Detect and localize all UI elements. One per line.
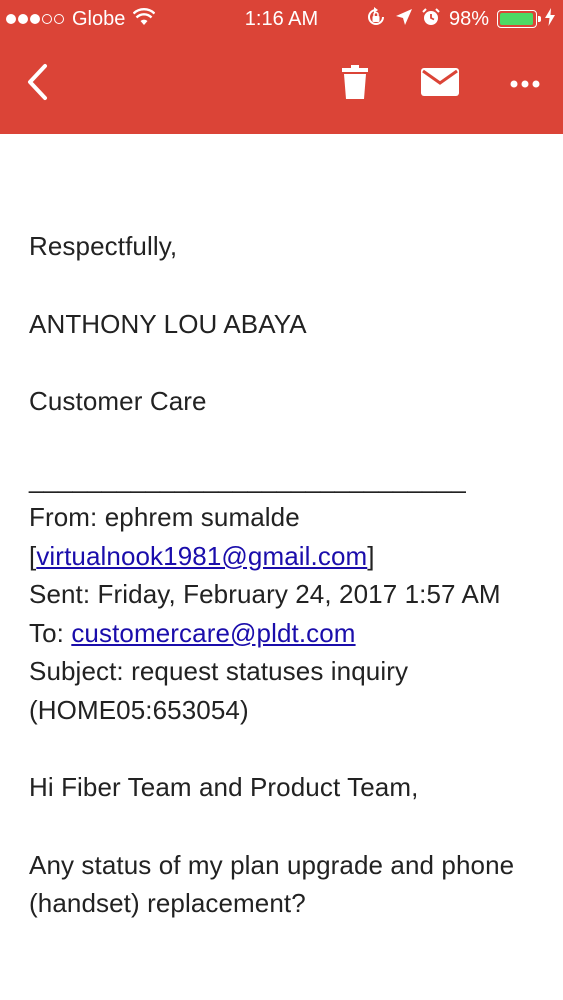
back-button[interactable] [14,60,62,108]
body-text: Any status of my plan upgrade and phone … [29,849,515,919]
status-right: 98% [365,6,555,32]
from-line: From: ephrem sumalde [virtualnook1981@gma… [29,498,539,575]
battery-icon [497,10,541,28]
sender-name: ANTHONY LOU ABAYA [29,308,307,339]
mark-unread-button[interactable] [416,60,464,108]
rotation-lock-icon [365,6,387,33]
toolbar [0,38,563,134]
bracket-close: ] [367,540,375,571]
email-body: Respectfully, ANTHONY LOU ABAYA Customer… [29,134,539,923]
location-arrow-icon [395,8,413,31]
more-options-icon [510,75,540,93]
back-arrow-icon [25,63,51,106]
status-bar: Globe 1:16 AM 98% [0,0,563,38]
more-options-button[interactable] [501,60,549,108]
battery-percent: 98% [448,7,489,30]
to-line: To: customercare@pldt.com [29,614,539,653]
app-header: Globe 1:16 AM 98% [0,0,563,134]
trash-icon [342,64,368,104]
to-email-link[interactable]: customercare@pldt.com [71,618,355,648]
alarm-icon [421,7,441,32]
quote-divider: ______________________________ [29,463,466,494]
subject-line: Subject: request statuses inquiry (HOME0… [29,656,409,725]
greeting-line: Hi Fiber Team and Product Team, [29,772,419,802]
from-email-link[interactable]: virtualnook1981@gmail.com [36,541,367,571]
sender-department: Customer Care [29,386,207,416]
from-label: From: ephrem sumalde [29,502,300,532]
delete-button[interactable] [331,60,379,108]
to-label: To: [29,617,72,648]
closing-line: Respectfully, [29,231,178,261]
mail-icon [421,67,459,101]
battery-level [500,13,534,25]
sent-line: Sent: Friday, February 24, 2017 1:57 AM [29,579,501,609]
charging-bolt-icon [545,7,555,31]
